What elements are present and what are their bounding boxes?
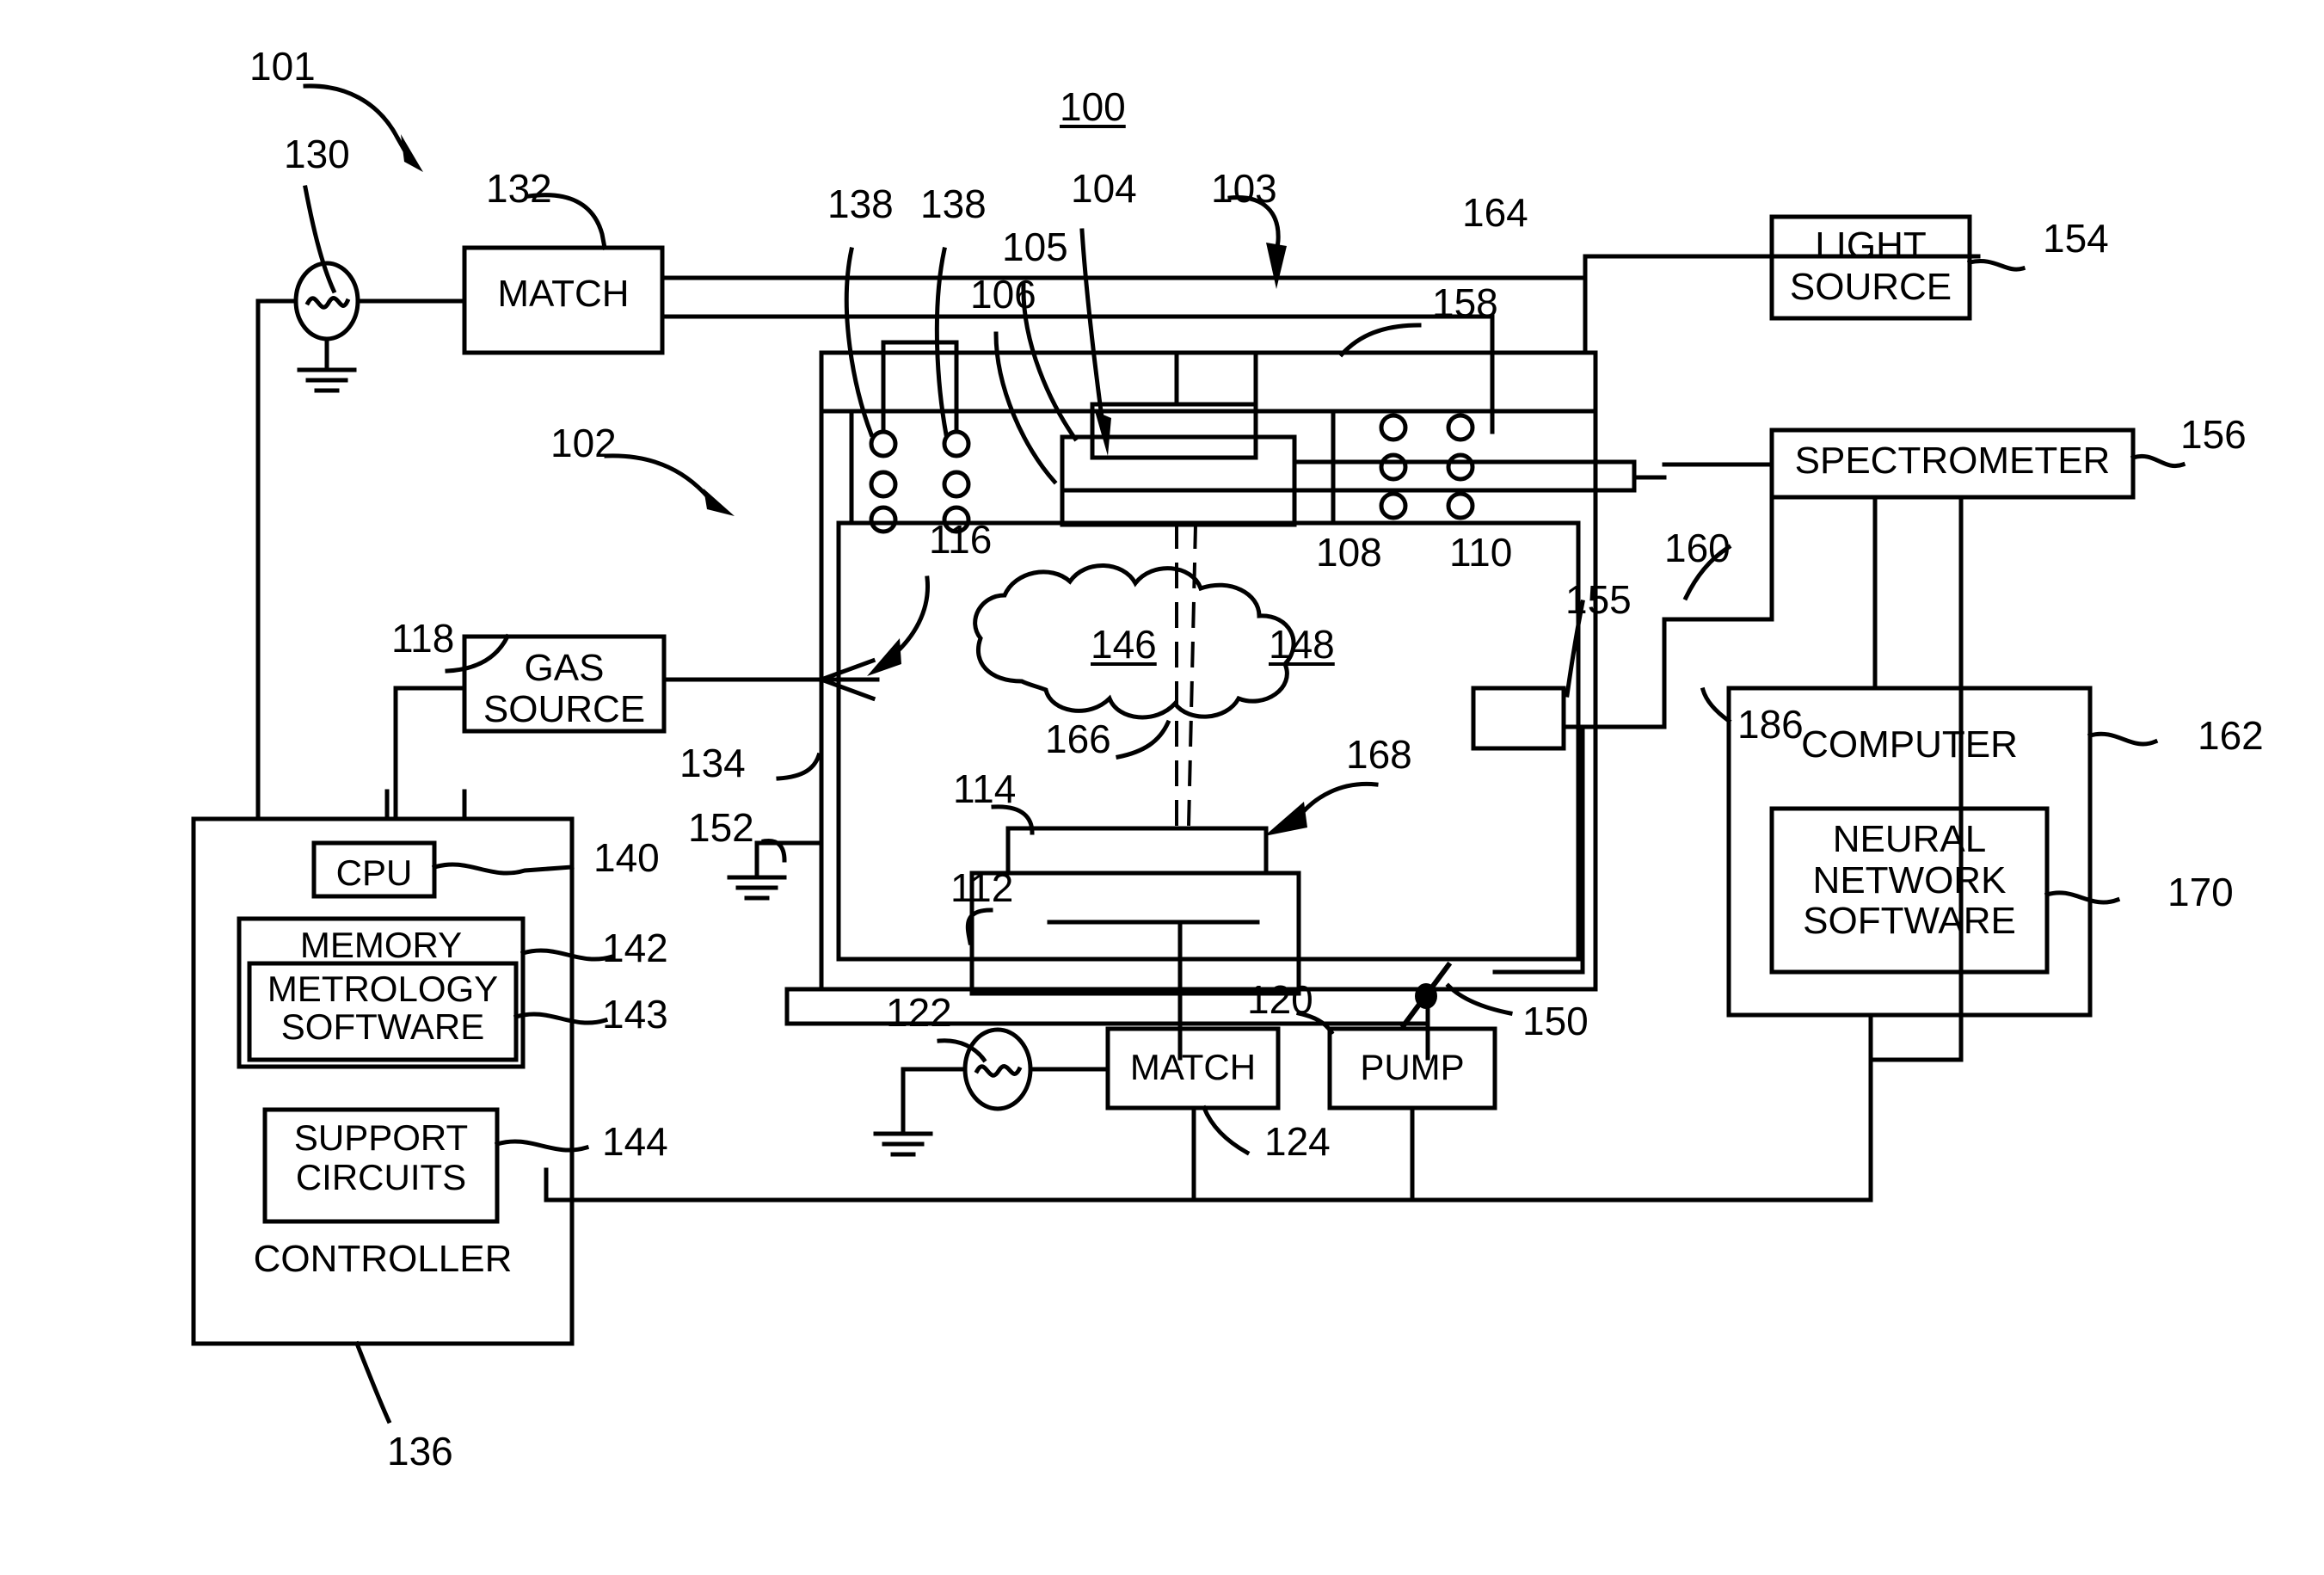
ref-108: 108 [1316, 530, 1382, 575]
ref-120: 120 [1247, 977, 1313, 1022]
arrowhead-104 [1095, 411, 1111, 456]
ref-100: 100 [1060, 84, 1126, 129]
ref-103: 103 [1211, 166, 1277, 211]
ref-158: 158 [1432, 280, 1498, 325]
ref-162: 162 [2198, 713, 2264, 758]
sine-glyph-bottom [974, 1064, 1023, 1078]
ref-146: 146 [1091, 622, 1157, 667]
ref-150: 150 [1522, 999, 1589, 1043]
arrowhead-102 [704, 489, 735, 516]
metrology-software-label: METROLOGY SOFTWARE [267, 969, 499, 1048]
showerhead-body-106 [1060, 434, 1297, 493]
leader-136 [354, 1340, 392, 1424]
spectrometer-label: SPECTROMETER [1794, 440, 2111, 482]
coil-turn [869, 470, 898, 499]
ref-168: 168 [1346, 732, 1412, 777]
ref-140: 140 [593, 835, 660, 880]
schematic-drawing [191, 83, 2186, 1424]
neural-network-software-label: NEURAL NETWORK SOFTWARE [1803, 818, 2016, 943]
leader-154 [1966, 259, 2026, 272]
leader-162 [2087, 731, 2159, 747]
ref-143: 143 [602, 992, 668, 1037]
leader-143 [513, 1012, 609, 1025]
ref-138-b: 138 [920, 181, 987, 226]
pedestal-112 [969, 871, 1301, 996]
ref-148: 148 [1269, 622, 1335, 667]
substrate-114 [1005, 826, 1269, 876]
coil-turn [869, 429, 898, 458]
sine-glyph-top [304, 296, 351, 310]
ref-130: 130 [284, 132, 350, 176]
showerhead-plate [1060, 488, 1297, 527]
leader-158 [1338, 323, 1422, 358]
ref-152: 152 [688, 805, 754, 850]
leader-134 [776, 752, 822, 781]
ref-155: 155 [1565, 577, 1632, 622]
coil-turn [1379, 491, 1408, 520]
optic-module-155 [1471, 686, 1566, 751]
coil-turn [1379, 452, 1408, 482]
ref-144: 144 [602, 1119, 668, 1164]
light-source-label: LIGHT SOURCE [1789, 225, 1952, 308]
patent-figure-sheet: MATCH GAS SOURCE LIGHT SOURCE SPECTROMET… [0, 0, 2324, 1575]
ref-106: 106 [970, 272, 1036, 317]
leader-106 [993, 331, 1058, 485]
leader-130 [303, 185, 337, 294]
leader-124 [1201, 1104, 1251, 1156]
throttle-valve-disc [1415, 983, 1437, 1009]
ref-154: 154 [2043, 216, 2109, 261]
gas-source-label: GAS SOURCE [483, 647, 646, 730]
leader-166 [1116, 719, 1171, 760]
coil-turn [869, 505, 898, 534]
ref-186: 186 [1737, 702, 1804, 747]
ref-156: 156 [2180, 412, 2247, 457]
ref-136: 136 [387, 1429, 453, 1473]
coil-turn [1446, 452, 1475, 482]
leader-168 [1294, 781, 1379, 822]
ref-124: 124 [1264, 1119, 1331, 1164]
ref-112: 112 [950, 865, 1014, 910]
chamber-outer-wall [819, 350, 1598, 992]
leader-156 [2130, 453, 2186, 469]
ref-164: 164 [1462, 190, 1528, 235]
ref-118: 118 [391, 616, 455, 661]
arrowhead-101 [401, 134, 423, 172]
leader-102 [604, 453, 717, 508]
arrowhead-103 [1266, 243, 1287, 289]
ref-116: 116 [929, 517, 993, 562]
coil-turn [942, 470, 971, 499]
match-bottom-label: MATCH [1129, 1047, 1257, 1087]
ref-114: 114 [953, 766, 1017, 811]
memory-label: MEMORY [299, 925, 463, 965]
leader-186 [1700, 686, 1732, 724]
controller-label: CONTROLLER [253, 1238, 513, 1280]
leader-104 [1079, 228, 1106, 433]
arrowhead-116 [867, 638, 901, 676]
match-top-label: MATCH [497, 273, 630, 315]
ref-142: 142 [602, 926, 668, 970]
leader-122 [937, 1038, 987, 1063]
ref-160: 160 [1664, 526, 1731, 570]
ref-134: 134 [679, 741, 746, 785]
support-circuits-label: SUPPORT CIRCUITS [293, 1117, 469, 1198]
coil-turn [1446, 491, 1475, 520]
ref-110: 110 [1449, 530, 1513, 575]
ref-102: 102 [550, 421, 617, 465]
ref-104: 104 [1071, 166, 1137, 211]
arrowhead-168 [1264, 802, 1307, 836]
coil-turn [1379, 413, 1408, 442]
cpu-label: CPU [335, 852, 413, 893]
ref-101: 101 [249, 44, 316, 89]
leader-170 [2044, 890, 2121, 905]
ref-105: 105 [1002, 225, 1068, 269]
ref-122: 122 [886, 990, 952, 1035]
ref-132: 132 [486, 166, 552, 211]
ref-138-a: 138 [827, 181, 894, 226]
leader-142 [520, 948, 616, 962]
ref-170: 170 [2167, 870, 2234, 914]
coil-turn [1446, 413, 1475, 442]
leader-140 [431, 862, 575, 876]
ref-166: 166 [1045, 717, 1111, 761]
pump-label: PUMP [1360, 1047, 1465, 1087]
